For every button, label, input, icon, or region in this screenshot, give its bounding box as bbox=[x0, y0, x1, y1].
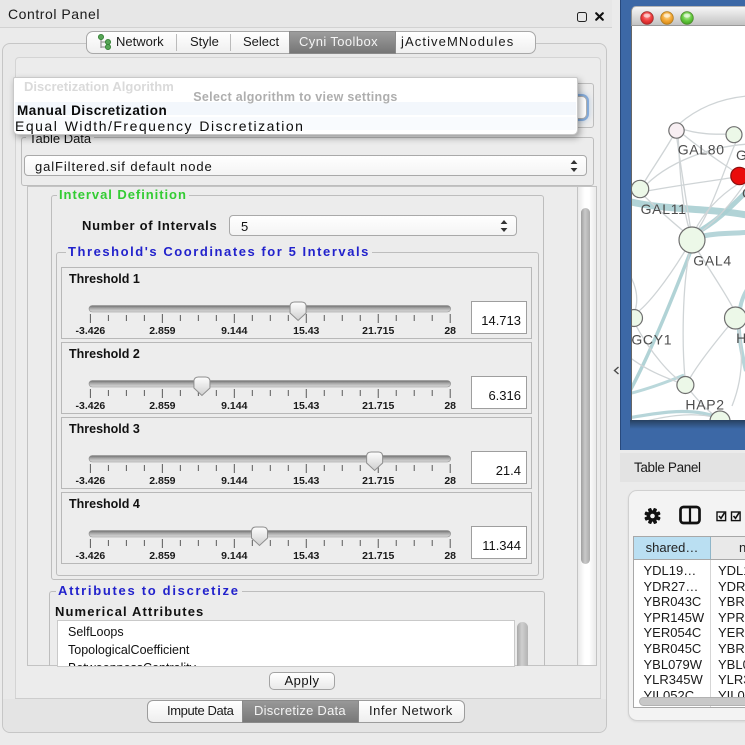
svg-text:9.144: 9.144 bbox=[221, 475, 247, 487]
svg-text:H: H bbox=[736, 330, 745, 346]
svg-text:28: 28 bbox=[444, 325, 456, 337]
svg-text:2.859: 2.859 bbox=[149, 475, 175, 487]
svg-text:2.859: 2.859 bbox=[149, 400, 175, 412]
svg-text:GAL80: GAL80 bbox=[678, 142, 725, 158]
svg-text:28: 28 bbox=[444, 400, 456, 412]
svg-text:21.715: 21.715 bbox=[362, 325, 394, 337]
svg-text:2.859: 2.859 bbox=[149, 550, 175, 562]
svg-text:28: 28 bbox=[444, 475, 456, 487]
svg-text:GAL4: GAL4 bbox=[693, 253, 732, 269]
svg-text:9.144: 9.144 bbox=[221, 325, 247, 337]
svg-text:-3.426: -3.426 bbox=[76, 550, 106, 562]
svg-text:2.859: 2.859 bbox=[149, 325, 175, 337]
svg-text:GA: GA bbox=[736, 147, 745, 163]
svg-text:HAP2: HAP2 bbox=[685, 397, 724, 413]
svg-text:28: 28 bbox=[444, 550, 456, 562]
svg-text:9.144: 9.144 bbox=[221, 550, 247, 562]
svg-text:-3.426: -3.426 bbox=[76, 475, 106, 487]
svg-text:15.43: 15.43 bbox=[293, 400, 319, 412]
svg-text:-3.426: -3.426 bbox=[76, 325, 106, 337]
svg-text:9.144: 9.144 bbox=[221, 400, 247, 412]
svg-text:21.715: 21.715 bbox=[362, 475, 394, 487]
svg-text:21.715: 21.715 bbox=[362, 400, 394, 412]
svg-text:15.43: 15.43 bbox=[293, 475, 319, 487]
svg-text:GAL11: GAL11 bbox=[641, 201, 687, 217]
svg-text:GCY1: GCY1 bbox=[632, 332, 672, 348]
svg-text:21.715: 21.715 bbox=[362, 550, 394, 562]
svg-text:15.43: 15.43 bbox=[293, 325, 319, 337]
svg-text:15.43: 15.43 bbox=[293, 550, 319, 562]
svg-text:-3.426: -3.426 bbox=[76, 400, 106, 412]
